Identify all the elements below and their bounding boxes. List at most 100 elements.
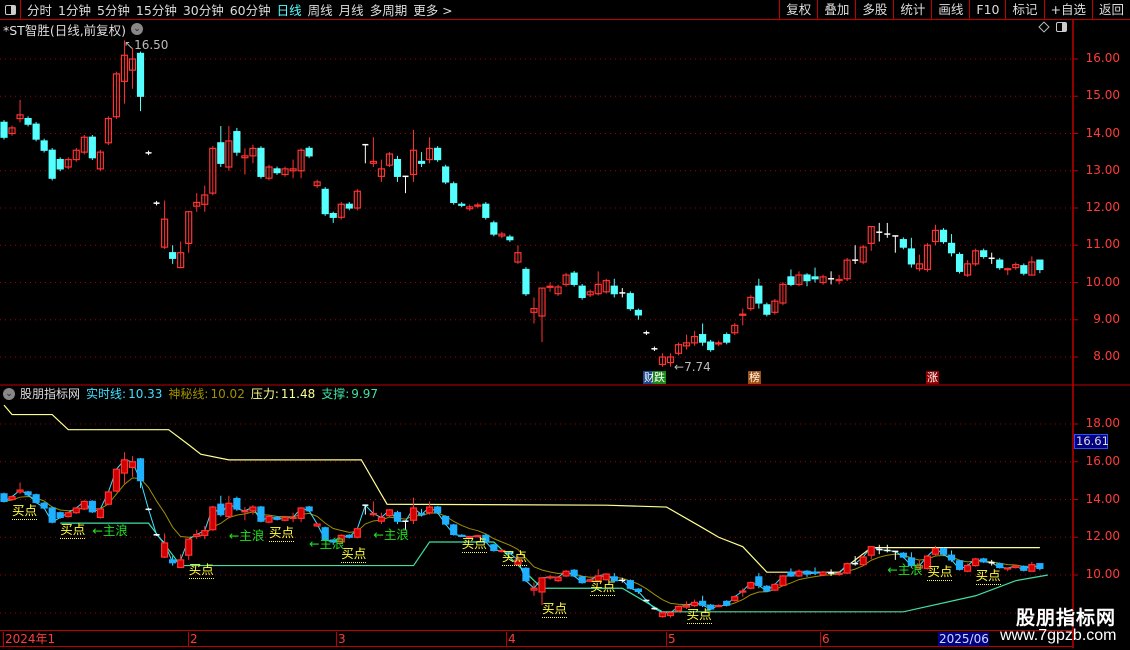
buy-point-label: 买点	[341, 543, 367, 564]
candle-down	[707, 341, 715, 351]
price-tick: 10.00	[1085, 274, 1120, 289]
candle-down	[763, 304, 771, 315]
time-tick: 3	[336, 632, 346, 646]
candle-down	[24, 117, 32, 125]
candle-up	[1028, 564, 1036, 572]
candle-down	[610, 285, 618, 295]
candle-down	[787, 571, 795, 577]
buy-point-label: 买点	[501, 546, 527, 567]
candle-up	[666, 612, 675, 617]
candle-up	[96, 508, 104, 519]
price-tick: 12.00	[1085, 200, 1120, 214]
candle-down	[947, 554, 956, 561]
candle-down	[24, 491, 32, 496]
candle-down	[578, 576, 586, 584]
candle-down	[88, 500, 96, 513]
support-value: 9.97	[351, 386, 378, 401]
candle-up	[249, 506, 257, 512]
candle-down	[40, 140, 48, 151]
buy-point-label: 买点	[60, 519, 86, 539]
candle-up	[562, 570, 570, 577]
candle-up	[16, 489, 24, 493]
candle-down	[907, 248, 915, 265]
candle-down	[939, 547, 948, 555]
candle-up	[843, 563, 851, 574]
candle-up	[819, 571, 827, 576]
candle-down	[522, 268, 530, 295]
candle-down	[434, 147, 442, 161]
candle-up	[715, 604, 723, 608]
indicator-tick: 16.00	[1085, 453, 1120, 468]
time-tick: 2024年1	[3, 632, 56, 646]
candle-up	[209, 506, 217, 531]
pressure-label: 压力:	[250, 387, 279, 401]
candle-down	[393, 158, 402, 177]
chevron-down-icon[interactable]: ⌄	[3, 387, 15, 400]
candle-up	[931, 547, 940, 555]
candle-down	[136, 458, 145, 482]
candle-down	[345, 534, 353, 538]
candle-down	[899, 239, 907, 248]
marker-zhang[interactable]: 涨	[926, 371, 939, 384]
candle-down	[939, 229, 948, 243]
candle-down	[522, 567, 530, 582]
candle-down	[393, 512, 402, 522]
main-wave-label: ←主浪	[309, 536, 345, 552]
candle-down	[482, 203, 490, 218]
candle-up	[193, 533, 201, 537]
candle-down	[996, 259, 1004, 269]
candle-down	[32, 123, 40, 140]
candle-down	[0, 121, 8, 138]
candle-down	[345, 203, 353, 209]
candle-down	[570, 272, 578, 285]
main-wave-label: ←主浪	[887, 562, 923, 578]
candle-down	[1036, 259, 1044, 271]
candle-down	[980, 558, 988, 563]
candle-down	[626, 293, 634, 310]
marker-bang[interactable]: 榜	[748, 371, 761, 384]
candle-up	[161, 542, 169, 558]
candle-down	[899, 552, 907, 558]
time-axis: 2024年1 2 3 4 5 6 2025/06	[0, 630, 1073, 647]
marker-die[interactable]: 跌	[653, 371, 666, 384]
candle-up	[385, 509, 394, 517]
low-annotation: ←7.74	[674, 360, 711, 374]
candle-up	[771, 583, 779, 591]
candle-up	[201, 530, 209, 536]
candle-up	[963, 564, 972, 572]
candle-up	[409, 507, 418, 521]
candle-down	[506, 236, 514, 241]
realtime-line	[3, 459, 1041, 614]
candle-up	[225, 502, 233, 518]
candle-up	[112, 468, 121, 492]
candle-down	[217, 503, 225, 516]
candle-down	[699, 334, 707, 343]
candle-down	[787, 276, 795, 285]
candle-down	[257, 147, 265, 177]
price-tick: 8.00	[1093, 349, 1120, 363]
candle-down	[442, 515, 450, 525]
candle-up	[297, 507, 305, 519]
candle-down	[321, 188, 329, 215]
candle-down	[955, 253, 964, 272]
candle-down	[450, 524, 458, 536]
candle-up	[425, 506, 434, 514]
candle-down	[442, 166, 450, 183]
candle-down	[570, 569, 578, 577]
candle-down	[955, 560, 964, 570]
buy-point-label: 买点	[686, 604, 712, 624]
price-tick: 9.00	[1093, 311, 1120, 326]
candle-down	[136, 52, 145, 97]
candle-down	[1036, 563, 1044, 569]
mystery-value: 10.02	[210, 386, 245, 401]
candle-up	[185, 538, 193, 556]
indicator-highlight-value: 16.61	[1074, 434, 1109, 449]
support-label: 支撑:	[321, 387, 350, 401]
indicator-tick: 18.00	[1085, 416, 1120, 430]
indicator-name[interactable]: 股朋指标网	[20, 385, 80, 402]
candle-up	[289, 516, 297, 520]
candle-down	[88, 136, 96, 159]
price-tick: 15.00	[1085, 88, 1120, 103]
candle-down	[305, 147, 313, 157]
candle-down	[458, 203, 466, 206]
